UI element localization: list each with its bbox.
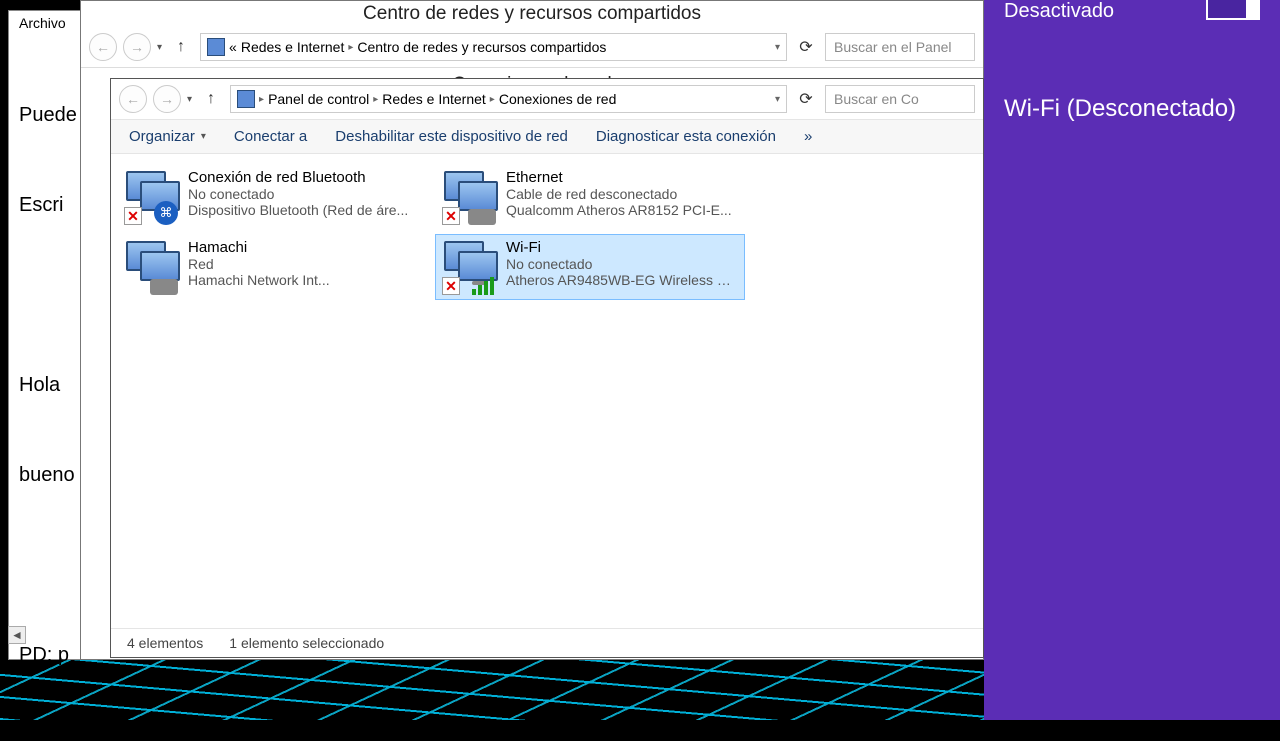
address-bar-parent: ← → ▾ ↑ « Redes e Internet ▸ Centro de r…: [81, 27, 983, 68]
connection-item[interactable]: ✕ Wi-FiNo conectadoAtheros AR9485WB-EG Wi…: [435, 234, 745, 300]
breadcrumb-item[interactable]: Redes e Internet: [241, 39, 345, 55]
chevron-right-icon: ▸: [373, 94, 378, 105]
connection-device: Hamachi Network Int...: [188, 272, 330, 288]
breadcrumb-item[interactable]: Panel de control: [268, 91, 369, 107]
connection-icon: ✕: [442, 169, 498, 225]
connection-status: No conectado: [506, 256, 738, 272]
forward-button[interactable]: →: [153, 85, 181, 113]
status-bar: 4 elementos 1 elemento seleccionado: [111, 628, 983, 657]
connection-name: Conexión de red Bluetooth: [188, 169, 408, 186]
breadcrumb[interactable]: ▸ Panel de control ▸ Redes e Internet ▸ …: [230, 85, 787, 113]
chevron-down-icon[interactable]: ▾: [775, 42, 780, 53]
connection-name: Hamachi: [188, 239, 330, 256]
up-button[interactable]: ↑: [168, 34, 194, 60]
wifi-status-heading[interactable]: Wi-Fi (Desconectado): [1004, 95, 1260, 123]
window-title: Centro de redes y recursos compartidos: [81, 1, 983, 27]
chevron-down-icon: ▾: [201, 131, 206, 142]
connection-status: Cable de red desconectado: [506, 186, 732, 202]
connection-status: Red: [188, 256, 330, 272]
ethernet-icon: [468, 209, 496, 225]
back-button[interactable]: ←: [89, 33, 117, 61]
selection-count: 1 elemento seleccionado: [229, 635, 384, 651]
refresh-button[interactable]: ⟳: [793, 34, 819, 60]
disable-device-button[interactable]: Deshabilitar este dispositivo de red: [335, 128, 568, 145]
item-count: 4 elementos: [127, 635, 203, 651]
breadcrumb-item[interactable]: Centro de redes y recursos compartidos: [357, 39, 606, 55]
address-bar: ← → ▾ ↑ ▸ Panel de control ▸ Redes e Int…: [111, 79, 983, 120]
refresh-button[interactable]: ⟳: [793, 86, 819, 112]
up-button[interactable]: ↑: [198, 86, 224, 112]
connection-item[interactable]: ✕ EthernetCable de red desconectadoQualco…: [435, 164, 745, 230]
control-panel-icon: [237, 90, 255, 108]
toolbar: Organizar ▾ Conectar a Deshabilitar este…: [111, 120, 983, 154]
disconnected-x-icon: ✕: [442, 277, 460, 295]
control-panel-icon: [207, 38, 225, 56]
history-dropdown[interactable]: ▾: [157, 42, 162, 53]
connection-device: Atheros AR9485WB-EG Wireless N...: [506, 272, 738, 288]
chevron-right-icon: ▸: [490, 94, 495, 105]
connection-icon: ✕⌘: [124, 169, 180, 225]
connection-name: Wi-Fi: [506, 239, 738, 256]
connection-status: No conectado: [188, 186, 408, 202]
chevron-right-icon: ▸: [259, 94, 264, 105]
disconnected-x-icon: ✕: [124, 207, 142, 225]
connect-to-button[interactable]: Conectar a: [234, 128, 307, 145]
breadcrumb-prefix: «: [229, 39, 237, 55]
breadcrumb-item[interactable]: Conexiones de red: [499, 91, 617, 107]
network-flyout: Desactivado Wi-Fi (Desconectado): [984, 0, 1280, 720]
connection-icon: ✕: [442, 239, 498, 295]
scroll-left-button[interactable]: ◄: [8, 626, 26, 644]
connection-name: Ethernet: [506, 169, 732, 186]
forward-button[interactable]: →: [123, 33, 151, 61]
connection-device: Dispositivo Bluetooth (Red de áre...: [188, 202, 408, 218]
breadcrumb[interactable]: « Redes e Internet ▸ Centro de redes y r…: [200, 33, 787, 61]
search-input[interactable]: Buscar en el Panel: [825, 33, 975, 61]
connection-device: Qualcomm Atheros AR8152 PCI-E...: [506, 202, 732, 218]
bluetooth-icon: ⌘: [154, 201, 178, 225]
search-input[interactable]: Buscar en Co: [825, 85, 975, 113]
network-connections-window: ← → ▾ ↑ ▸ Panel de control ▸ Redes e Int…: [110, 78, 984, 658]
toolbar-overflow[interactable]: »: [804, 128, 812, 145]
connection-item[interactable]: HamachiRedHamachi Network Int...: [117, 234, 427, 300]
menu-archivo[interactable]: Archivo: [19, 15, 66, 31]
back-button[interactable]: ←: [119, 85, 147, 113]
disconnected-x-icon: ✕: [442, 207, 460, 225]
diagnose-button[interactable]: Diagnosticar esta conexión: [596, 128, 776, 145]
connection-icon: [124, 239, 180, 295]
organize-label: Organizar: [129, 128, 195, 145]
wifi-signal-icon: [472, 277, 494, 295]
connection-item[interactable]: ✕⌘Conexión de red BluetoothNo conectadoD…: [117, 164, 427, 230]
adapter-icon: [150, 279, 178, 295]
connections-area[interactable]: ✕⌘Conexión de red BluetoothNo conectadoD…: [111, 154, 983, 628]
organize-menu[interactable]: Organizar ▾: [129, 128, 206, 145]
airplane-mode-toggle[interactable]: [1206, 0, 1260, 20]
chevron-down-icon[interactable]: ▾: [775, 94, 780, 105]
chevron-right-icon: ▸: [348, 42, 353, 53]
breadcrumb-item[interactable]: Redes e Internet: [382, 91, 486, 107]
history-dropdown[interactable]: ▾: [187, 94, 192, 105]
